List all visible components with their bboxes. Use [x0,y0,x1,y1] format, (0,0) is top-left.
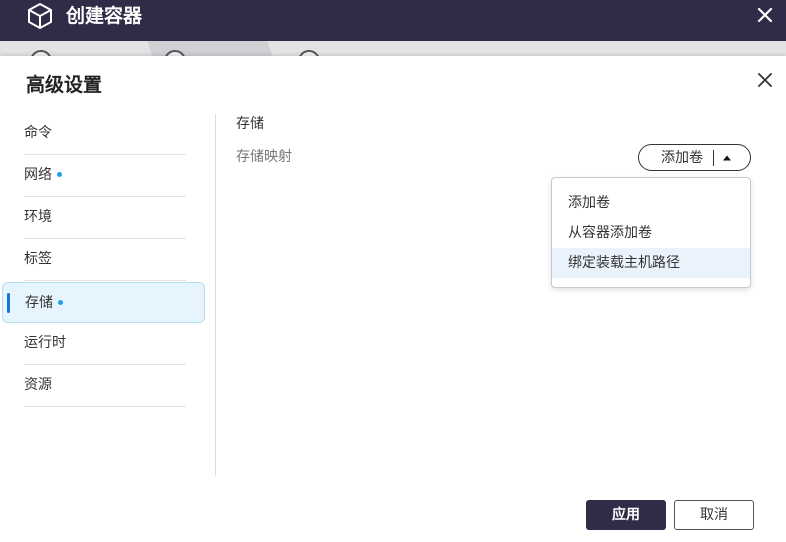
cube-icon [28,3,52,29]
window-titlebar: 创建容器 [0,0,786,41]
nav-item-storage[interactable]: 存储 [2,282,205,323]
menu-item-add-volume-from-container[interactable]: 从容器添加卷 [552,218,750,248]
window-title: 创建容器 [66,5,143,27]
menu-item-add-volume[interactable]: 添加卷 [552,188,750,218]
section-title: 存储 [236,116,264,132]
apply-button[interactable]: 应用 [586,500,666,530]
nav-item-label: 存储 [25,295,53,311]
button-separator [713,150,714,166]
nav-item-label: 命令 [24,125,52,141]
active-indicator-bar [7,293,10,313]
wizard-steps [0,41,786,57]
caret-up-icon[interactable] [722,153,732,163]
nav-item-label: 网络 [24,167,52,183]
nav-item-network[interactable]: 网络 [24,155,186,197]
cancel-button[interactable]: 取消 [674,500,754,530]
nav-item-resources[interactable]: 资源 [24,365,186,407]
storage-mapping-label: 存储映射 [236,149,292,165]
add-volume-button[interactable]: 添加卷 [638,144,751,171]
nav-item-runtime[interactable]: 运行时 [24,323,186,365]
close-icon[interactable] [756,71,774,89]
dialog-title: 高级设置 [26,74,103,96]
nav-item-label: 标签 [24,251,52,267]
add-volume-menu: 添加卷 从容器添加卷 绑定装载主机路径 [551,177,751,288]
advanced-settings-dialog: 高级设置 命令 网络 环境 标签 存储 运行时 资源 存储 存储映射 添加卷 添… [0,56,786,542]
change-indicator-dot [57,171,62,177]
nav-item-labels[interactable]: 标签 [24,239,186,281]
nav-item-label: 资源 [24,377,52,393]
nav-item-command[interactable]: 命令 [24,113,186,155]
nav-item-label: 运行时 [24,335,66,351]
nav-item-label: 环境 [24,209,52,225]
nav-divider [215,114,216,476]
change-indicator-dot [58,299,63,305]
nav-item-environment[interactable]: 环境 [24,197,186,239]
add-volume-label: 添加卷 [661,150,703,166]
window-close-icon[interactable] [754,4,776,26]
menu-item-bind-mount-host-path[interactable]: 绑定装载主机路径 [552,248,750,278]
